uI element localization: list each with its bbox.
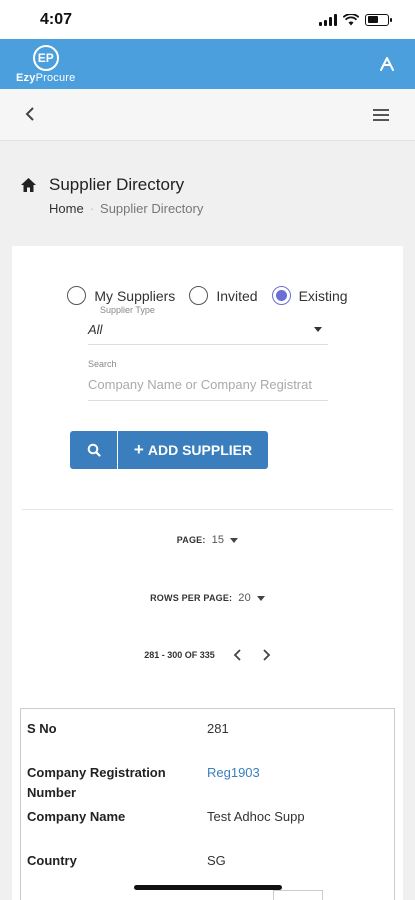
hamburger-icon — [373, 108, 397, 121]
directory-card: My Suppliers Invited Existing Supplier T… — [12, 246, 403, 900]
action-box-partial[interactable] — [273, 890, 323, 900]
page-caret-down-icon[interactable] — [230, 537, 239, 543]
supplier-type-label: Supplier Type — [100, 305, 155, 315]
page-value[interactable]: 15 — [212, 534, 225, 546]
sno-label: S No — [27, 721, 57, 736]
back-button[interactable] — [18, 102, 42, 128]
status-bar: 4:07 — [0, 0, 415, 39]
search-input[interactable] — [88, 369, 328, 401]
rows-per-page-value[interactable]: 20 — [238, 592, 251, 604]
radio-button[interactable] — [189, 286, 209, 305]
radio-button-checked[interactable] — [271, 286, 291, 305]
supplier-type-value: All — [88, 322, 103, 337]
wifi-icon — [343, 13, 359, 25]
next-page-icon[interactable] — [261, 648, 271, 662]
registration-value-link[interactable]: Reg1903 — [207, 763, 260, 783]
rows-caret-down-icon[interactable] — [256, 595, 265, 601]
supplier-type-radio-group: My Suppliers Invited Existing — [12, 286, 403, 305]
breadcrumb: Home · Supplier Directory — [49, 201, 395, 216]
record-row-company-name: Company Name Test Adhoc Supp — [27, 807, 394, 827]
chevron-left-icon — [25, 106, 34, 121]
radio-label: Existing — [298, 287, 348, 304]
page-heading: Supplier Directory Home · Supplier Direc… — [0, 141, 415, 216]
menu-button[interactable] — [373, 108, 397, 121]
supplier-type-select[interactable]: All — [88, 315, 328, 345]
page-selector: PAGE: 15 — [12, 534, 403, 546]
radio-label: Invited — [216, 287, 258, 304]
sno-value: 281 — [207, 721, 229, 736]
radio-label: My Suppliers — [94, 287, 176, 304]
home-icon — [21, 178, 36, 192]
record-row-registration: Company Registration Number Reg1903 — [27, 763, 394, 803]
search-label: Search — [88, 359, 117, 369]
network-icon[interactable] — [377, 54, 397, 74]
app-header: EP EzyProcure — [0, 39, 415, 89]
radio-invited[interactable]: Invited — [189, 286, 258, 305]
page-label: PAGE: — [176, 535, 206, 545]
status-time: 4:07 — [40, 10, 73, 28]
search-icon — [87, 443, 101, 457]
add-supplier-label: ADD SUPPLIER — [147, 442, 253, 458]
prev-page-icon[interactable] — [233, 648, 243, 662]
search-button[interactable] — [70, 431, 117, 469]
radio-button[interactable] — [67, 286, 87, 305]
home-indicator — [134, 885, 282, 890]
logo-text: EzyProcure — [16, 71, 76, 84]
status-icons — [319, 13, 392, 26]
breadcrumb-separator: · — [89, 201, 95, 216]
ezyprocure-logo[interactable]: EP EzyProcure — [16, 44, 76, 84]
filter-block: My Suppliers Invited Existing Supplier T… — [12, 246, 403, 469]
caret-down-icon — [314, 327, 322, 332]
registration-label: Company Registration Number — [27, 765, 166, 800]
supplier-type-field: Supplier Type All — [88, 305, 328, 345]
range-text: 281 - 300 OF 335 — [144, 650, 215, 660]
breadcrumb-current: Supplier Directory — [100, 201, 204, 216]
battery-icon — [365, 13, 392, 26]
title-row: Supplier Directory — [20, 175, 395, 195]
breadcrumb-home[interactable]: Home — [49, 201, 84, 216]
divider — [22, 509, 393, 510]
company-name-label: Company Name — [27, 809, 126, 824]
rows-per-page-label: ROWS PER PAGE: — [150, 593, 233, 603]
record-row-sno: S No 281 — [27, 719, 394, 739]
plus-icon: + — [133, 440, 144, 459]
add-supplier-button[interactable]: + ADD SUPPLIER — [118, 431, 268, 469]
page-title: Supplier Directory — [49, 175, 185, 194]
rows-per-page-selector: ROWS PER PAGE: 20 — [12, 592, 403, 604]
supplier-record: S No 281 Company Registration Number Reg1… — [20, 708, 395, 900]
company-name-value: Test Adhoc Supp — [207, 809, 305, 824]
radio-existing[interactable]: Existing — [271, 286, 348, 305]
signal-icon — [319, 13, 337, 26]
country-label: Country — [27, 853, 77, 868]
nav-bar — [0, 89, 415, 141]
search-field: Search — [88, 359, 328, 401]
radio-my-suppliers[interactable]: My Suppliers — [67, 286, 175, 305]
record-row-country: Country SG — [27, 851, 394, 871]
logo-mark: EP — [32, 44, 59, 71]
action-buttons: + ADD SUPPLIER — [70, 431, 403, 469]
country-value: SG — [207, 853, 226, 868]
range-navigation: 281 - 300 OF 335 — [12, 648, 403, 662]
